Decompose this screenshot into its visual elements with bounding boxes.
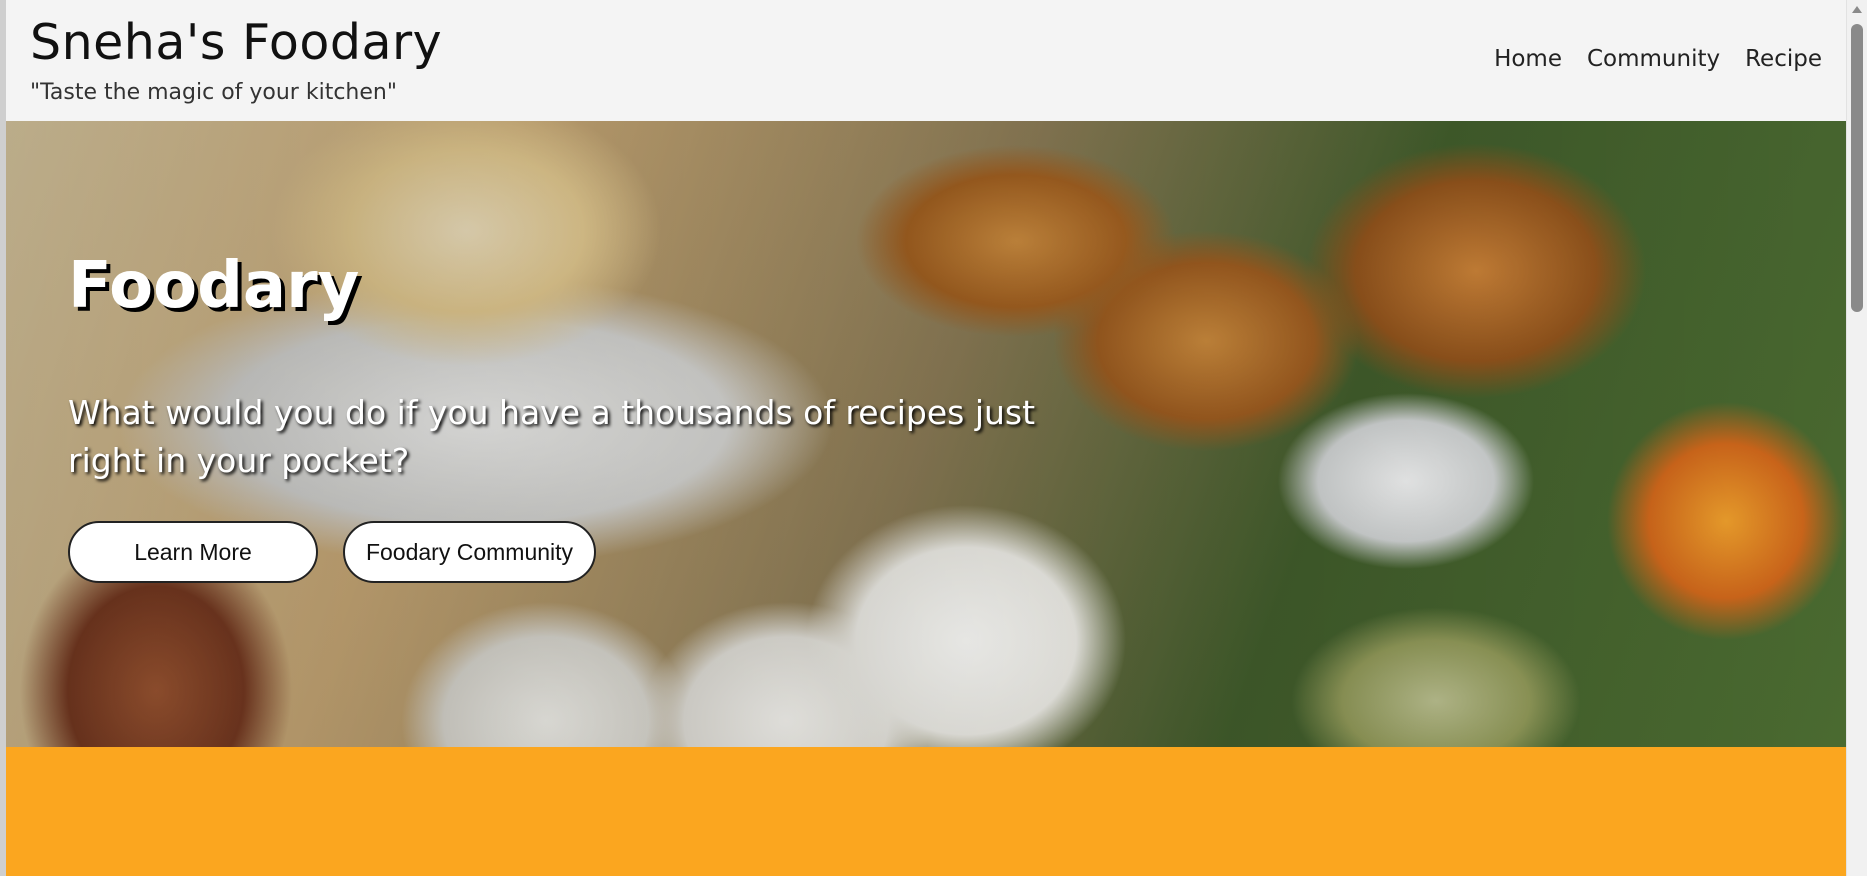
hero-title: Foodary <box>68 249 360 323</box>
brand-tagline: "Taste the magic of your kitchen" <box>30 80 397 105</box>
brand-title: Sneha's Foodary <box>30 14 443 71</box>
scrollbar-thumb[interactable] <box>1851 24 1863 312</box>
learn-more-button[interactable]: Learn More <box>68 521 318 583</box>
orange-section <box>6 747 1846 876</box>
hero-banner: Foodary What would you do if you have a … <box>6 121 1846 747</box>
nav-home-link[interactable]: Home <box>1494 46 1562 72</box>
page: Sneha's Foodary "Taste the magic of your… <box>6 0 1846 876</box>
main-nav: Home Community Recipe <box>1494 46 1822 72</box>
foodary-community-button[interactable]: Foodary Community <box>343 521 596 583</box>
hero-subtitle: What would you do if you have a thousand… <box>68 393 1036 480</box>
nav-community-link[interactable]: Community <box>1587 46 1720 72</box>
nav-recipe-link[interactable]: Recipe <box>1745 46 1822 72</box>
vertical-scrollbar[interactable] <box>1846 0 1867 876</box>
site-header: Sneha's Foodary "Taste the magic of your… <box>6 0 1846 121</box>
scrollbar-up-arrow-icon[interactable] <box>1852 6 1862 13</box>
